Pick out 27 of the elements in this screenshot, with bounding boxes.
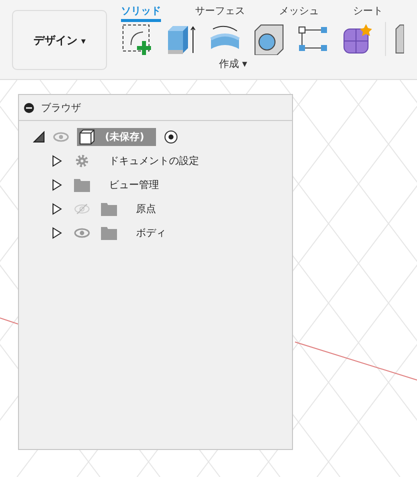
gear-icon: [74, 154, 90, 168]
box-extrude-icon[interactable]: [165, 23, 197, 55]
sketch-plus-icon[interactable]: [121, 23, 153, 55]
tree-item-label[interactable]: ビュー管理: [109, 178, 159, 192]
form-cube-star-icon[interactable]: [341, 23, 373, 55]
cube-icon: [79, 129, 95, 145]
expanded-triangle-icon[interactable]: [33, 131, 45, 143]
workspace-dropdown[interactable]: デザイン ▾: [12, 10, 107, 70]
folder-icon: [101, 226, 117, 240]
folder-icon: [74, 178, 90, 192]
collapsed-triangle-icon[interactable]: [51, 227, 63, 239]
collapsed-triangle-icon[interactable]: [51, 203, 63, 215]
tree-item-label[interactable]: 原点: [136, 202, 156, 216]
collapsed-triangle-icon[interactable]: [51, 179, 63, 191]
collapsed-triangle-icon[interactable]: [51, 155, 63, 167]
create-menu-button[interactable]: 作成 ▾: [219, 56, 248, 72]
panel-title: ブラウザ: [41, 102, 81, 114]
tab[interactable]: シート: [353, 0, 383, 22]
hole-box-icon[interactable]: [253, 23, 285, 55]
tab[interactable]: サーフェス: [195, 0, 245, 22]
folder-icon: [101, 202, 117, 216]
tree-item-label[interactable]: ボディ: [136, 226, 166, 240]
collapse-icon[interactable]: [24, 102, 34, 112]
tree-item-label[interactable]: ドキュメントの設定: [109, 154, 199, 168]
box-icon[interactable]: [394, 23, 404, 55]
tab[interactable]: メッシュ: [279, 0, 319, 22]
active-radio-icon[interactable]: [164, 130, 178, 144]
